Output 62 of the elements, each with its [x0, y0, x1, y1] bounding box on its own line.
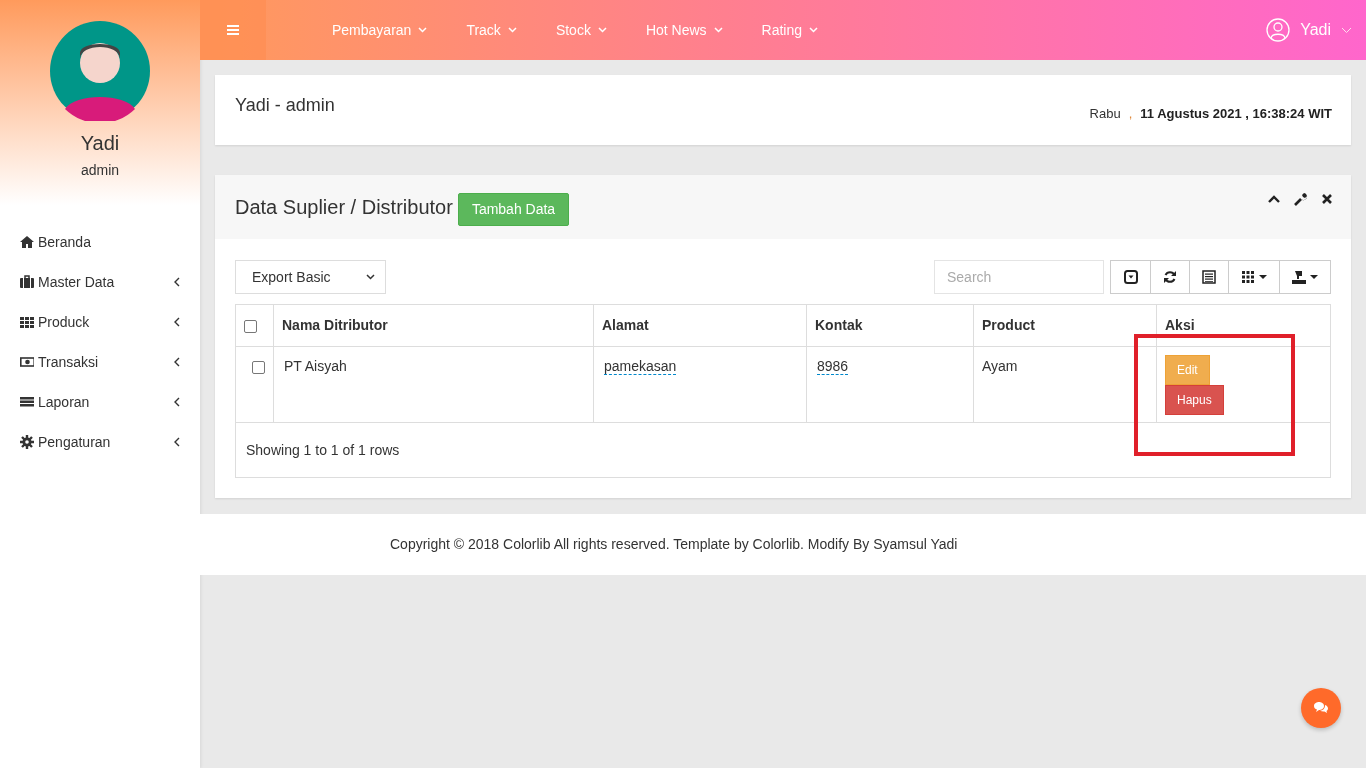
export-select[interactable]: Export Basic: [235, 260, 386, 294]
row-checkbox[interactable]: [252, 361, 265, 375]
chevron-left-icon: [174, 437, 180, 447]
grid-icon: [20, 315, 34, 329]
sidebar-item[interactable]: Produck: [0, 302, 200, 342]
chevron-down-icon: [1341, 26, 1352, 34]
table-cell: Ayam: [982, 357, 1018, 374]
column-header: Aksi: [1156, 305, 1330, 346]
separator-text: ,: [1128, 106, 1133, 121]
chevron-up-icon[interactable]: [1268, 195, 1280, 203]
chevron-left-icon: [174, 317, 180, 327]
chevron-down-icon: [809, 27, 819, 33]
chevron-down-icon: [418, 27, 428, 33]
briefcase-icon: [20, 275, 34, 289]
day-text: Rabu: [1089, 106, 1121, 121]
pagination-info: Showing 1 to 1 of 1 rows: [246, 441, 400, 458]
caret-down-icon: [1259, 274, 1267, 280]
chevron-down-icon: [713, 27, 723, 33]
sidebar-item[interactable]: Transaksi: [0, 342, 200, 382]
editable-link[interactable]: pamekasan: [604, 357, 677, 375]
house-icon: [20, 235, 34, 249]
column-header: Product: [973, 305, 1157, 346]
chevron-left-icon: [174, 357, 180, 367]
column-header: Kontak: [806, 305, 974, 346]
sidebar-item[interactable]: Pengaturan: [0, 422, 200, 462]
sidebar-item[interactable]: Laporan: [0, 382, 200, 422]
banknote-icon: [20, 355, 34, 369]
menu-toggle-button[interactable]: [200, 0, 266, 60]
grid-icon: [1241, 270, 1255, 284]
user-role: admin: [80, 162, 120, 178]
gear-icon: [20, 435, 34, 449]
datetime-text: 11 Agustus 2021 , 16:38:24 WIT: [1140, 106, 1332, 121]
user-name: Yadi: [80, 132, 120, 155]
menu-icon: [227, 25, 239, 35]
download-tray-icon: [1292, 270, 1306, 284]
sidebar-item[interactable]: Master Data: [0, 262, 200, 302]
chat-bubbles-icon: [1313, 701, 1329, 715]
select-all-checkbox[interactable]: [244, 320, 257, 334]
chevron-down-icon: [507, 27, 517, 33]
wrench-icon[interactable]: [1294, 192, 1308, 206]
list-icon: [20, 395, 34, 409]
page-title: Yadi - admin: [235, 95, 335, 117]
delete-button[interactable]: Hapus: [1165, 384, 1224, 415]
chevron-down-icon: [366, 274, 375, 280]
user-circle-icon: [1266, 18, 1291, 42]
editable-link[interactable]: 8986: [817, 357, 849, 375]
refresh-icon: [1163, 270, 1177, 284]
chat-button[interactable]: [1301, 688, 1341, 728]
toggle-view-icon: [1123, 270, 1138, 284]
sidebar-item[interactable]: Beranda: [0, 222, 200, 262]
table-cell: PT Aisyah: [284, 357, 347, 374]
chevron-down-icon: [597, 27, 607, 33]
chevron-left-icon: [174, 397, 180, 407]
column-list-icon: [1202, 270, 1216, 284]
chevron-left-icon: [174, 277, 180, 287]
panel-title: Data Suplier / Distributor: [235, 195, 453, 219]
close-icon[interactable]: [1322, 194, 1332, 204]
caret-down-icon: [1310, 274, 1318, 280]
column-header: Nama Ditributor: [273, 305, 594, 346]
copyright-text: Copyright © 2018 Colorlib All rights reserved. Template by Colorlib. Modify By Syamsul Yadi: [390, 536, 958, 552]
column-header: Alamat: [593, 305, 807, 346]
search-field[interactable]: Search: [934, 260, 1104, 294]
